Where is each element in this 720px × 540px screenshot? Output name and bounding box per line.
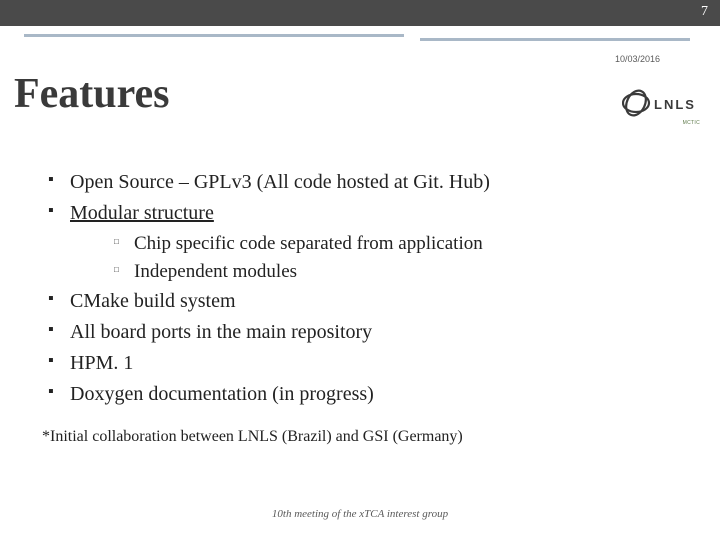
lnls-logo: LNLS MCTIC: [622, 88, 700, 126]
page-number: 7: [701, 4, 708, 20]
footer-text: 10th meeting of the xTCA interest group: [0, 508, 720, 520]
divider-line-left: [24, 34, 404, 37]
bullet-doxygen: Doxygen documentation (in progress): [48, 380, 680, 409]
sub-bullet-independent: Independent modules: [114, 258, 680, 286]
date-label: 10/03/2016: [615, 54, 660, 64]
top-bar: 7: [0, 0, 720, 26]
logo-text: LNLS: [654, 97, 696, 112]
bullet-cmake: CMake build system: [48, 287, 680, 316]
bullet-modular-label: Modular structure: [70, 202, 214, 224]
bullet-modular: Modular structure Chip specific code sep…: [48, 199, 680, 285]
logo-subtitle: MCTIC: [622, 120, 700, 126]
slide-title: Features: [14, 70, 170, 118]
footnote: *Initial collaboration between LNLS (Bra…: [42, 428, 463, 446]
lnls-logo-icon: LNLS: [622, 88, 700, 118]
divider-area: [0, 26, 720, 42]
slide: 7 10/03/2016 Features LNLS MCTIC Open So…: [0, 0, 720, 540]
divider-line-right: [420, 38, 690, 41]
sub-bullet-list: Chip specific code separated from applic…: [114, 230, 680, 285]
sub-bullet-chip: Chip specific code separated from applic…: [114, 230, 680, 258]
bullet-open-source: Open Source – GPLv3 (All code hosted at …: [48, 168, 680, 197]
bullet-list: Open Source – GPLv3 (All code hosted at …: [48, 168, 680, 409]
bullet-ports: All board ports in the main repository: [48, 318, 680, 347]
bullet-hpm: HPM. 1: [48, 349, 680, 378]
content-area: Open Source – GPLv3 (All code hosted at …: [48, 168, 680, 411]
